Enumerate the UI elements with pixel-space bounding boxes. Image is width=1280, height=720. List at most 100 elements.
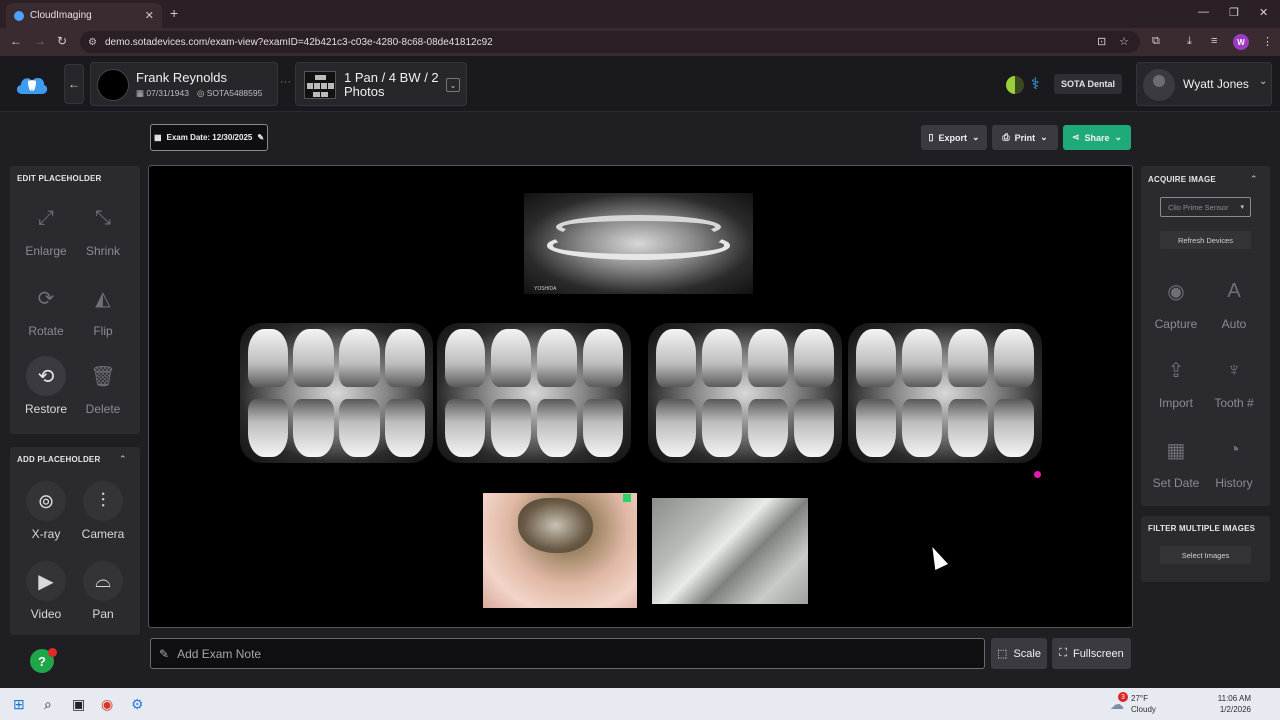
print-button[interactable]: ⎙ Print ⌄ bbox=[992, 125, 1058, 150]
os-taskbar: ⊞ ⌕ ▣ ◉ ⚙ ☁ 3 27°F Cloudy 11:06 AM 1/2/2… bbox=[0, 688, 1280, 720]
downloads-icon[interactable]: ⤓ bbox=[1187, 35, 1192, 48]
browser-tab[interactable]: CloudImaging ✕ bbox=[6, 3, 162, 28]
exam-date-button[interactable]: ▦ Exam Date: 12/30/2025 ✎ bbox=[150, 124, 268, 151]
separator-dots: ··· bbox=[280, 76, 291, 88]
back-button[interactable]: ← bbox=[64, 64, 84, 104]
tooth-icon: ♆ bbox=[1226, 358, 1242, 381]
weather-widget[interactable]: 27°F Cloudy bbox=[1131, 693, 1156, 715]
restore-button[interactable]: ⟲ Restore bbox=[18, 356, 74, 416]
enlarge-button[interactable]: ⤢ Enlarge bbox=[18, 198, 74, 259]
filter-multiple-title: FILTER MULTIPLE IMAGES bbox=[1148, 524, 1256, 533]
extensions-icon[interactable]: ⧉ bbox=[1152, 35, 1160, 48]
import-button[interactable]: ⇪ Import bbox=[1148, 350, 1204, 411]
minimize-icon[interactable]: — bbox=[1198, 6, 1209, 18]
tab-title: CloudImaging bbox=[30, 10, 92, 21]
intraoral-photo-2[interactable] bbox=[652, 498, 808, 604]
add-video-button[interactable]: ▶ Video bbox=[18, 561, 74, 621]
share-button[interactable]: ⋖ Share ⌄ bbox=[1063, 125, 1131, 150]
bitewing-xray-3[interactable] bbox=[648, 323, 842, 463]
intraoral-photo-1[interactable] bbox=[483, 493, 637, 608]
site-info-icon[interactable]: ⚙ bbox=[88, 37, 97, 48]
acquire-image-panel: ACQUIRE IMAGE ⌃ Clio Prime Sensor ▾ Refr… bbox=[1141, 166, 1270, 506]
printer-icon: ⎙ bbox=[1002, 132, 1010, 142]
flip-button[interactable]: ◭ Flip bbox=[75, 278, 131, 339]
rotate-button[interactable]: ⟳ Rotate bbox=[18, 278, 74, 339]
enlarge-label: Enlarge bbox=[25, 244, 67, 258]
new-tab-icon[interactable]: + bbox=[170, 5, 178, 21]
set-date-label: Set Date bbox=[1152, 476, 1200, 490]
auto-icon: A bbox=[1227, 279, 1241, 302]
pan-label: Pan bbox=[92, 607, 114, 621]
address-bar[interactable]: ⚙ demo.sotadevices.com/exam-view?examID=… bbox=[80, 31, 1140, 53]
close-window-icon[interactable]: ✕ bbox=[1259, 6, 1268, 19]
scale-icon: ⬚ bbox=[997, 648, 1008, 660]
bitewing-xray-4[interactable] bbox=[848, 323, 1042, 463]
tooth-number-button[interactable]: ♆ Tooth # bbox=[1206, 350, 1262, 411]
close-tab-icon[interactable]: ✕ bbox=[145, 9, 154, 22]
task-view-icon[interactable]: ▣ bbox=[72, 696, 85, 713]
pencil-icon: ✎ bbox=[159, 646, 170, 661]
export-button[interactable]: ▯ Export ⌄ bbox=[921, 125, 987, 150]
auto-button[interactable]: A Auto bbox=[1206, 271, 1262, 332]
bitewing-upper-teeth bbox=[655, 328, 835, 388]
refresh-devices-button[interactable]: Refresh Devices bbox=[1160, 231, 1251, 249]
chevron-down-icon: ⌄ bbox=[1259, 76, 1268, 87]
browser-menu-icon[interactable]: ⋮ bbox=[1262, 35, 1273, 48]
collapse-chevron-icon[interactable]: ⌃ bbox=[1250, 174, 1258, 185]
panoramic-xray[interactable]: YOSHIDA bbox=[524, 193, 753, 294]
restore-window-icon[interactable]: ❐ bbox=[1229, 6, 1239, 19]
patient-card[interactable]: Frank Reynolds ▦ 07/31/1943 ◎ SOTA548859… bbox=[90, 62, 278, 106]
exam-card[interactable]: 1 Pan / 4 BW / 2 Photos ⌄ bbox=[295, 62, 467, 106]
bookmark-star-icon[interactable]: ☆ bbox=[1119, 35, 1129, 48]
fullscreen-button[interactable]: ⛶ Fullscreen bbox=[1052, 638, 1131, 669]
notification-dot bbox=[48, 648, 57, 657]
camera-icon: ◉ bbox=[1167, 280, 1185, 303]
history-button[interactable]: ◔ History bbox=[1206, 430, 1262, 491]
windows-start-icon[interactable]: ⊞ bbox=[13, 696, 25, 713]
enlarge-icon: ⤢ bbox=[38, 206, 54, 229]
reload-icon[interactable]: ↻ bbox=[57, 34, 67, 48]
install-app-icon[interactable]: ⊡ bbox=[1097, 35, 1106, 48]
rotate-icon: ⟳ bbox=[37, 287, 55, 310]
add-camera-button[interactable]: ⫶ Camera bbox=[75, 481, 131, 541]
back-icon[interactable]: ← bbox=[10, 34, 22, 48]
add-xray-button[interactable]: ⊚ X-ray bbox=[18, 481, 74, 541]
clock-date: 1/2/2026 bbox=[1219, 705, 1251, 714]
edit-placeholder-title: EDIT PLACEHOLDER bbox=[17, 174, 102, 183]
scale-button[interactable]: ⬚ Scale bbox=[991, 638, 1047, 669]
share-icon: ⋖ bbox=[1071, 132, 1080, 142]
delete-button[interactable]: 🗑 Delete bbox=[75, 356, 131, 417]
exam-note-input[interactable] bbox=[177, 646, 958, 661]
cloud-imaging-logo-icon[interactable] bbox=[14, 72, 50, 96]
patient-meta: ▦ 07/31/1943 ◎ SOTA5488595 bbox=[136, 88, 262, 99]
bitewing-xray-1[interactable] bbox=[240, 323, 433, 463]
bitewing-lower-teeth bbox=[655, 398, 835, 458]
add-pan-button[interactable]: ⌓ Pan bbox=[75, 561, 131, 621]
patient-dob: 07/31/1943 bbox=[146, 88, 189, 98]
device-select[interactable]: Clio Prime Sensor ▾ bbox=[1160, 197, 1251, 217]
forward-icon[interactable]: → bbox=[34, 34, 46, 48]
collapse-chevron-icon[interactable]: ⌃ bbox=[119, 454, 127, 465]
shrink-button[interactable]: ⤡ Shrink bbox=[75, 198, 131, 259]
bitewing-xray-2[interactable] bbox=[437, 323, 631, 463]
chrome-icon[interactable]: ◉ bbox=[101, 696, 113, 713]
tooth-logo-icon[interactable]: ⚕ bbox=[1031, 74, 1040, 94]
search-icon[interactable]: ⌕ bbox=[44, 696, 52, 713]
capture-button[interactable]: ◉ Capture bbox=[1148, 271, 1204, 332]
clock[interactable]: 11:06 AM 1/2/2026 bbox=[1205, 693, 1251, 715]
browser-tabstrip: CloudImaging ✕ + — ❐ ✕ bbox=[0, 0, 1280, 28]
capture-label: Capture bbox=[1154, 317, 1198, 331]
camera-label: Camera bbox=[81, 527, 125, 541]
exam-note-field[interactable]: ✎ bbox=[150, 638, 985, 669]
media-icon[interactable]: ≡ bbox=[1211, 35, 1217, 47]
browser-profile-avatar[interactable]: W bbox=[1233, 34, 1249, 50]
pan-brand-watermark: YOSHIDA bbox=[534, 286, 557, 292]
set-date-button[interactable]: ▦ Set Date bbox=[1148, 430, 1204, 491]
practice-badge[interactable]: SOTA Dental bbox=[1054, 74, 1122, 94]
app-icon[interactable]: ⚙ bbox=[131, 696, 144, 713]
select-images-button[interactable]: Select Images bbox=[1160, 546, 1251, 564]
theme-toggle-icon[interactable] bbox=[1006, 76, 1024, 94]
user-menu[interactable]: Wyatt Jones ⌄ bbox=[1136, 62, 1272, 106]
dob-field: ▦ 07/31/1943 bbox=[136, 88, 189, 99]
exam-dropdown-chevron-icon[interactable]: ⌄ bbox=[446, 78, 460, 92]
